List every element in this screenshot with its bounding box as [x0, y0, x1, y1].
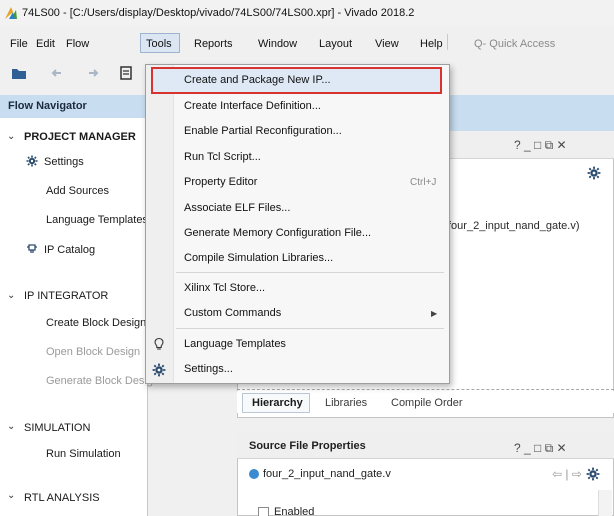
section-project-manager[interactable]: PROJECT MANAGER [24, 131, 136, 143]
scrollbar[interactable] [598, 490, 612, 516]
menu-item-settings[interactable]: Settings... [184, 363, 233, 375]
enabled-label: Enabled [274, 506, 315, 516]
gear-icon[interactable] [587, 166, 601, 180]
section-simulation[interactable]: SIMULATION [24, 422, 90, 434]
menu-reports[interactable]: Reports [194, 38, 233, 50]
panel-window-controls[interactable]: ? _ □ ⧉ ✕ [514, 138, 567, 153]
nav-item-create-block-design[interactable]: Create Block Design [46, 317, 146, 329]
tab-compile-order[interactable]: Compile Order [391, 397, 463, 409]
nav-item-add-sources[interactable]: Add Sources [46, 185, 109, 197]
nav-item-run-simulation[interactable]: Run Simulation [46, 448, 121, 460]
gear-icon [152, 363, 166, 377]
nav-item-language-templates[interactable]: Language Templates [46, 214, 148, 226]
navigate-arrows[interactable]: ⇦ | ⇨ [552, 467, 582, 481]
menu-item-custom-commands[interactable]: Custom Commands [184, 307, 281, 319]
gear-icon[interactable] [586, 467, 600, 481]
settings-gear-icon [26, 155, 38, 167]
verilog-file-icon [249, 469, 259, 479]
ip-catalog-icon [27, 244, 37, 253]
section-ip-integrator[interactable]: IP INTEGRATOR [24, 290, 108, 302]
menu-layout[interactable]: Layout [319, 38, 352, 50]
menu-icon-gutter [146, 65, 174, 383]
panel-divider [237, 389, 614, 390]
menu-separator [176, 328, 444, 329]
menu-view[interactable]: View [375, 38, 399, 50]
menu-item-enable-partial-reconfiguration[interactable]: Enable Partial Reconfiguration... [184, 125, 342, 137]
chevron-down-icon[interactable]: ⌄ [7, 421, 15, 432]
chevron-down-icon[interactable]: ⌄ [7, 290, 15, 301]
nav-item-ip-catalog[interactable]: IP Catalog [44, 244, 95, 256]
menu-item-property-editor[interactable]: Property Editor [184, 176, 257, 188]
open-folder-icon[interactable] [10, 64, 28, 82]
vivado-logo-icon [5, 7, 17, 19]
properties-file-name: four_2_input_nand_gate.v [263, 468, 391, 480]
menu-item-create-interface-definition[interactable]: Create Interface Definition... [184, 100, 321, 112]
tab-libraries[interactable]: Libraries [325, 397, 367, 409]
menu-tools[interactable]: Tools [146, 38, 172, 50]
forward-arrow-icon[interactable] [84, 64, 102, 82]
property-editor-shortcut: Ctrl+J [410, 177, 437, 188]
menu-window[interactable]: Window [258, 38, 297, 50]
menu-flow[interactable]: Flow [66, 38, 89, 50]
menu-item-run-tcl-script[interactable]: Run Tcl Script... [184, 151, 261, 163]
nav-item-open-block-design[interactable]: Open Block Design [46, 346, 140, 358]
menu-item-create-and-package-new-ip[interactable]: Create and Package New IP... [184, 74, 331, 86]
menu-item-compile-simulation-libraries[interactable]: Compile Simulation Libraries... [184, 252, 333, 264]
menu-edit[interactable]: Edit [36, 38, 55, 50]
menu-separator [176, 272, 444, 273]
section-rtl-analysis[interactable]: RTL ANALYSIS [24, 492, 100, 504]
nav-item-settings[interactable]: Settings [44, 156, 84, 168]
lightbulb-icon [154, 337, 164, 350]
menu-item-generate-memory-configuration-file[interactable]: Generate Memory Configuration File... [184, 227, 371, 239]
nav-item-generate-block-design[interactable]: Generate Block Design [46, 375, 159, 387]
panel-window-controls[interactable]: ? _ □ ⧉ ✕ [514, 441, 567, 456]
source-file-properties-title: Source File Properties [249, 440, 366, 452]
flow-navigator-title: Flow Navigator [8, 100, 87, 112]
tab-hierarchy[interactable]: Hierarchy [252, 397, 303, 409]
document-icon[interactable] [117, 64, 135, 82]
quick-access-search[interactable]: Q- Quick Access [474, 38, 555, 50]
chevron-down-icon[interactable]: ⌄ [7, 490, 15, 501]
submenu-arrow-icon: ▶ [431, 309, 438, 318]
back-arrow-icon[interactable] [49, 64, 67, 82]
enabled-checkbox[interactable] [258, 507, 269, 516]
panel-header-strip [440, 95, 614, 131]
chevron-down-icon[interactable]: ⌄ [7, 131, 15, 142]
menu-file[interactable]: File [10, 38, 28, 50]
menu-item-associate-elf-files[interactable]: Associate ELF Files... [184, 202, 290, 214]
menu-item-language-templates[interactable]: Language Templates [184, 338, 286, 350]
menu-item-xilinx-tcl-store[interactable]: Xilinx Tcl Store... [184, 282, 265, 294]
source-file-entry[interactable]: four_2_input_nand_gate.v) [448, 220, 580, 232]
menu-help[interactable]: Help [420, 38, 443, 50]
window-title: 74LS00 - [C:/Users/display/Desktop/vivad… [22, 7, 415, 19]
tools-dropdown-menu [145, 64, 450, 384]
menu-divider [447, 34, 448, 50]
